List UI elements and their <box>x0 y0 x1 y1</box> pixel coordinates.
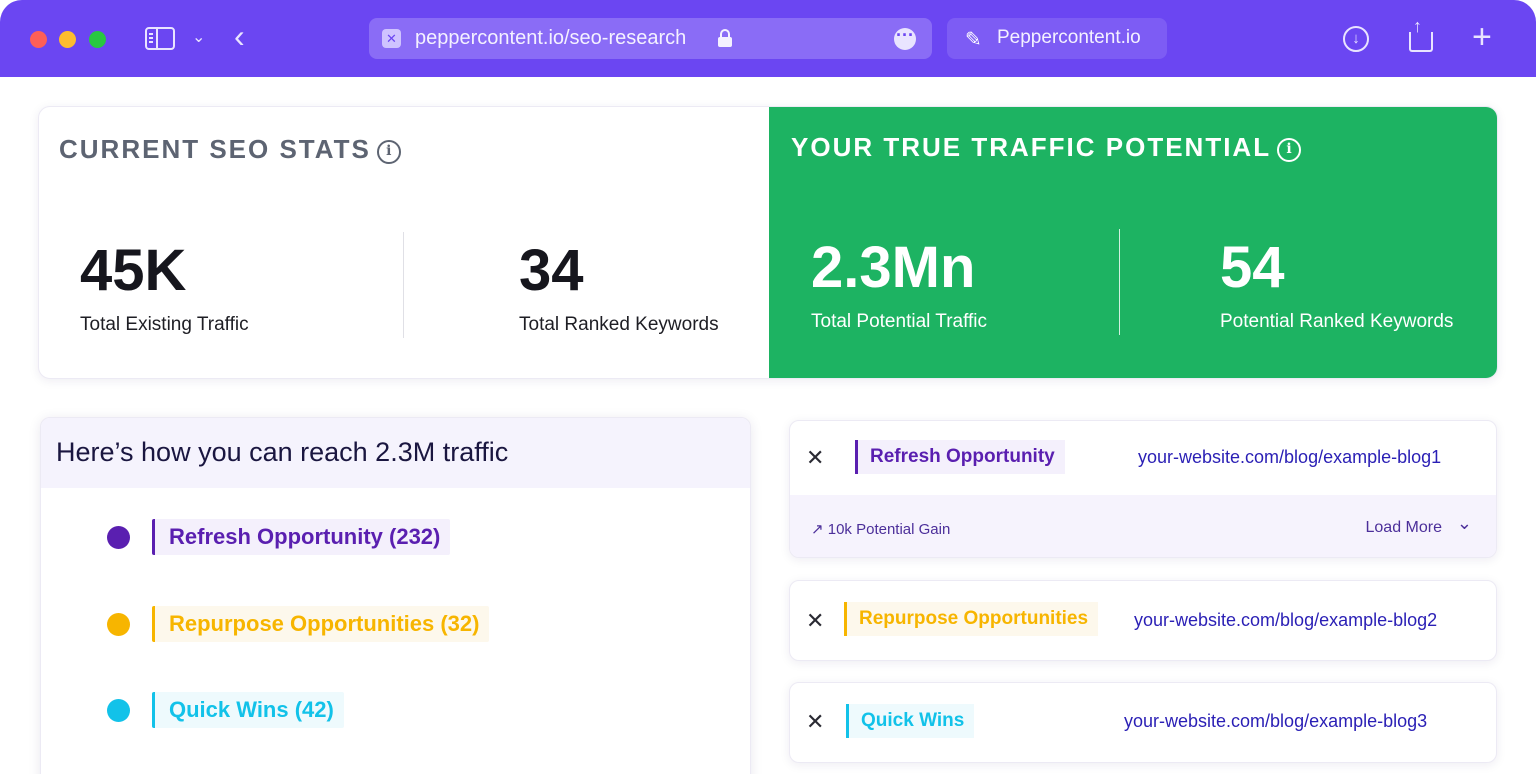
refresh-opportunity-tag[interactable]: Refresh Opportunity <box>855 440 1065 474</box>
reach-title: Here’s how you can reach 2.3M traffic <box>56 437 509 467</box>
quick-wins-tag[interactable]: Quick Wins <box>846 704 975 738</box>
site-x-icon: ✕ <box>382 29 401 48</box>
traffic-potential-stats: YOUR TRUE TRAFFIC POTENTIAL i 2.3Mn Total… <box>769 107 1497 378</box>
blog-url-link[interactable]: your-website.com/blog/example-blog1 <box>1138 447 1441 468</box>
reach-traffic-panel: Here’s how you can reach 2.3M traffic Re… <box>40 417 751 774</box>
trend-up-icon: ↗ <box>811 521 824 538</box>
download-icon[interactable]: ↓ <box>1343 26 1369 52</box>
potential-traffic-label: Total Potential Traffic <box>811 311 988 332</box>
opportunity-card-refresh: ✕ Refresh Opportunity your-website.com/b… <box>789 420 1497 558</box>
tab-peppercontent[interactable]: ✎ Peppercontent.io <box>947 18 1167 59</box>
stats-divider <box>403 232 404 338</box>
reach-header: Here’s how you can reach 2.3M traffic <box>41 418 750 488</box>
lock-icon <box>718 29 732 47</box>
close-icon[interactable]: ✕ <box>806 608 824 634</box>
maximize-window-button[interactable] <box>89 31 106 48</box>
address-url[interactable]: peppercontent.io/seo-research <box>415 27 686 50</box>
chevron-down-icon[interactable]: ⌄ <box>1457 513 1472 534</box>
back-button[interactable]: ‹ <box>234 20 245 52</box>
blog-url-link[interactable]: your-website.com/blog/example-blog2 <box>1134 610 1437 631</box>
opportunity-card-repurpose: ✕ Repurpose Opportunities your-website.c… <box>789 580 1497 661</box>
blog-url-link[interactable]: your-website.com/blog/example-blog3 <box>1124 711 1427 732</box>
close-icon[interactable]: ✕ <box>806 709 824 735</box>
opportunity-card-quick-wins: ✕ Quick Wins your-website.com/blog/examp… <box>789 682 1497 763</box>
ranked-keywords-value: 34 <box>519 238 584 303</box>
tab-label: Peppercontent.io <box>997 27 1141 48</box>
repurpose-opportunities-tag[interactable]: Repurpose Opportunities <box>844 602 1099 636</box>
card-header: ✕ Refresh Opportunity your-website.com/b… <box>790 421 1496 495</box>
refresh-opportunity-tag[interactable]: Refresh Opportunity (232) <box>152 519 451 555</box>
repurpose-opportunities-tag[interactable]: Repurpose Opportunities (32) <box>152 606 490 642</box>
info-icon[interactable]: i <box>376 140 401 164</box>
seo-stats-card: CURRENT SEO STATS i 45K Total Existing Tr… <box>38 106 1498 379</box>
sidebar-toggle-icon[interactable] <box>145 27 175 50</box>
current-stats-title: CURRENT SEO STATS i <box>59 134 401 165</box>
more-options-icon[interactable]: ··· <box>894 26 916 50</box>
potential-traffic-value: 2.3Mn <box>811 235 976 300</box>
browser-toolbar: ⌄ ‹ ✕ peppercontent.io/seo-research ··· … <box>0 0 1536 77</box>
refresh-dot-icon <box>107 526 130 549</box>
card-footer: ↗ 10k Potential Gain Load More ⌄ <box>790 495 1496 557</box>
pepper-favicon-icon: ✎ <box>965 29 982 51</box>
load-more-button[interactable]: Load More <box>1366 519 1443 537</box>
info-icon[interactable]: i <box>1277 138 1302 162</box>
potential-stats-title: YOUR TRUE TRAFFIC POTENTIAL i <box>791 132 1302 163</box>
minimize-window-button[interactable] <box>59 31 76 48</box>
app-window: ⌄ ‹ ✕ peppercontent.io/seo-research ··· … <box>0 0 1536 774</box>
existing-traffic-value: 45K <box>80 238 187 303</box>
close-window-button[interactable] <box>30 31 47 48</box>
potential-divider <box>1119 229 1120 335</box>
share-icon[interactable]: ↑ <box>1409 16 1433 52</box>
repurpose-dot-icon <box>107 613 130 636</box>
new-tab-button[interactable]: + <box>1472 20 1492 54</box>
address-bar[interactable]: ✕ peppercontent.io/seo-research ··· <box>369 18 932 59</box>
quick-wins-dot-icon <box>107 699 130 722</box>
chevron-down-icon[interactable]: ⌄ <box>192 27 205 47</box>
potential-keywords-label: Potential Ranked Keywords <box>1220 311 1454 332</box>
quick-wins-tag[interactable]: Quick Wins (42) <box>152 692 344 728</box>
close-icon[interactable]: ✕ <box>806 445 824 471</box>
potential-keywords-value: 54 <box>1220 235 1285 300</box>
current-seo-stats: CURRENT SEO STATS i 45K Total Existing Tr… <box>39 107 769 378</box>
ranked-keywords-label: Total Ranked Keywords <box>519 314 719 335</box>
existing-traffic-label: Total Existing Traffic <box>80 314 249 335</box>
potential-gain: ↗ 10k Potential Gain <box>811 521 951 538</box>
